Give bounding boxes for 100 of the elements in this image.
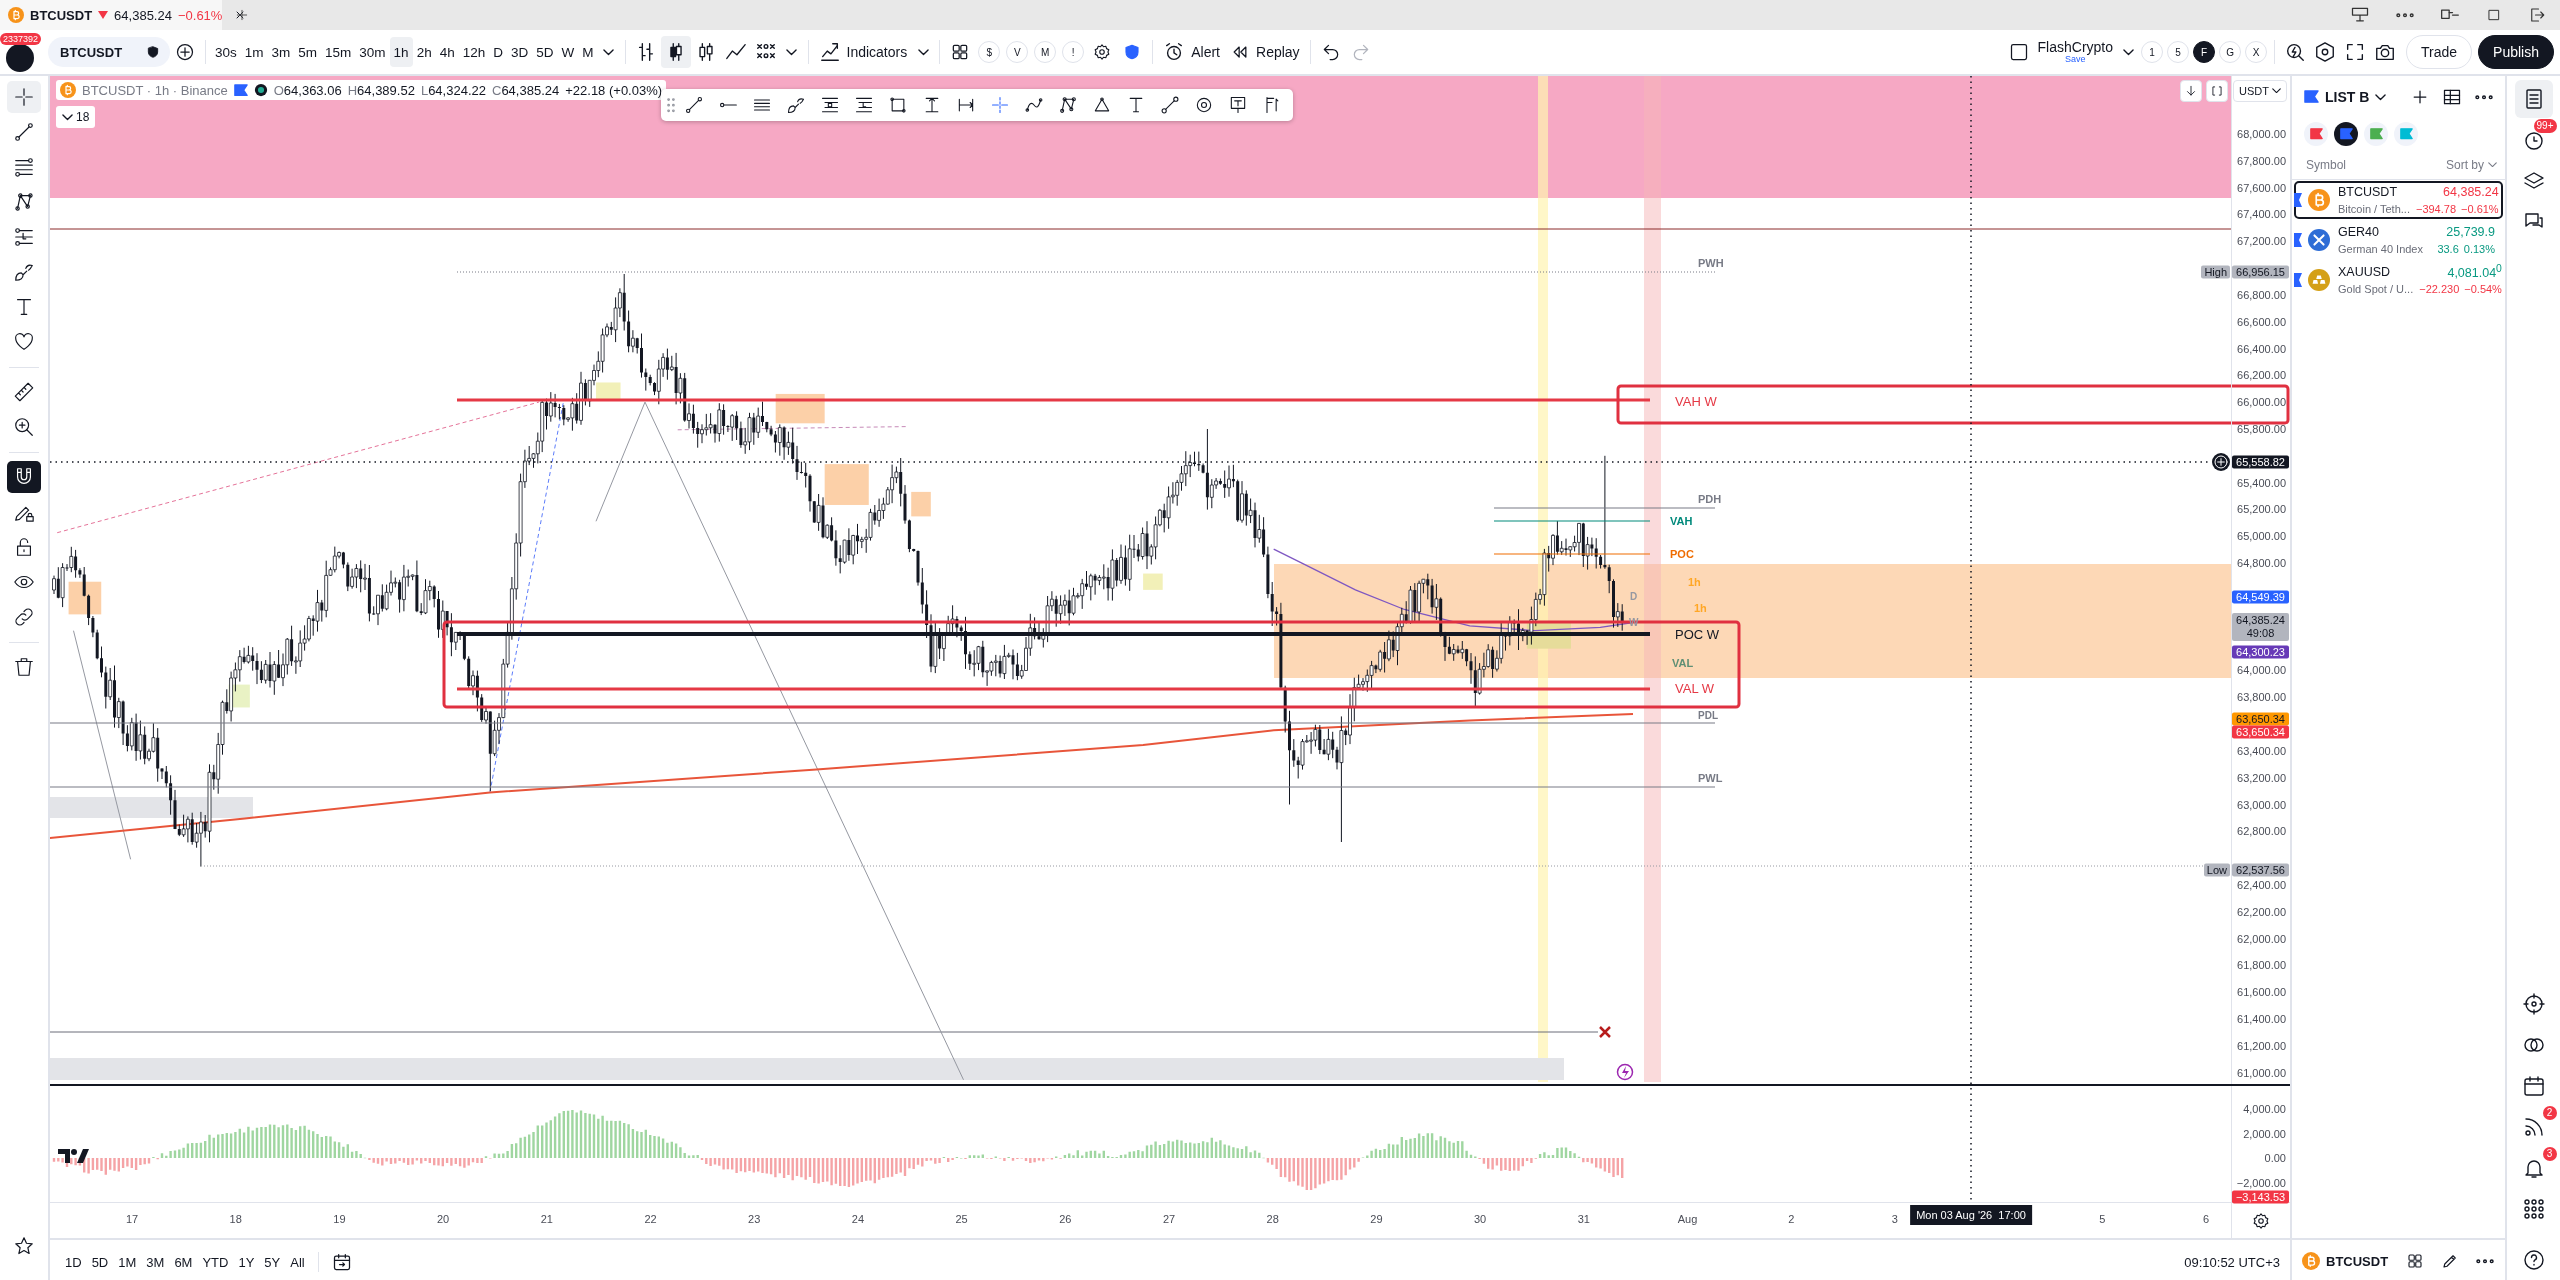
time-label: 6 (2202, 1212, 2210, 1226)
star-icon (13, 1235, 35, 1257)
symbol-title: BTCUSDT · 1h · Binance (82, 82, 228, 98)
axis-label: 61,800.00 (2236, 958, 2286, 972)
range-button[interactable]: 1Y (233, 1248, 260, 1276)
range-button[interactable]: 3M (141, 1248, 170, 1276)
clock: 09:10:52 UTC+3 (2184, 1254, 2280, 1270)
layout-slot[interactable]: F (2193, 41, 2215, 63)
axis-label: 66,800.00 (2236, 288, 2286, 302)
range-button[interactable]: YTD (197, 1248, 234, 1276)
exit-button[interactable] (2528, 6, 2546, 24)
side-panel-button[interactable] (2514, 80, 2553, 118)
more-button[interactable] (2396, 12, 2414, 18)
time-label: 23 (748, 1212, 761, 1226)
symbol-search[interactable]: BTCUSDT (48, 37, 170, 67)
maximize-button[interactable] (2486, 7, 2502, 23)
price-value: 65,558.82 (2236, 455, 2285, 468)
apps-icon (2521, 1197, 2546, 1221)
axis-label: 66,000.00 (2236, 395, 2286, 409)
curve-icon (1024, 95, 1044, 115)
indicators-toggle[interactable]: 18 (56, 106, 96, 128)
interval-button[interactable]: 4h (435, 37, 459, 67)
level-label: W (1629, 616, 1639, 628)
price: 4,081.04$^{0}$ (2446, 262, 2502, 281)
time-label: 21 (540, 1212, 553, 1226)
ingot-icon (2308, 269, 2330, 291)
layout-button[interactable]: FlashCrypto Save (2033, 39, 2117, 65)
axis-label: 61,000.00 (2236, 1066, 2286, 1080)
interval-button[interactable]: 3m (267, 37, 295, 67)
avatar (6, 44, 34, 72)
ohlc-value: O64,363.06 (273, 82, 342, 98)
axis-label: 63,000.00 (2236, 798, 2286, 811)
link-icon (13, 606, 35, 628)
range-button[interactable]: 1M (113, 1248, 142, 1276)
caret-icon (62, 113, 73, 121)
replay-button[interactable]: Replay (1225, 36, 1305, 68)
range-button[interactable]: 6M (169, 1248, 198, 1276)
drawing-tool-button[interactable] (7, 461, 41, 493)
indicators-button[interactable]: Indicators (813, 36, 913, 68)
ruler-icon (13, 381, 35, 403)
interval-button[interactable]: W (557, 37, 579, 67)
fib-lines-icon (13, 156, 35, 178)
interval-button[interactable]: 15m (321, 37, 356, 67)
list-selector[interactable]: LIST B (2300, 82, 2391, 112)
flag-filter-button[interactable] (2334, 122, 2358, 146)
level-label: VAH W (1675, 394, 1717, 410)
axis-label: 65,400.00 (2236, 476, 2286, 490)
coin-icon (2308, 189, 2330, 211)
search-icon (2284, 41, 2306, 63)
logo-icon (58, 1149, 89, 1163)
range-button[interactable]: 5D (86, 1248, 114, 1276)
range-button[interactable]: All (285, 1248, 310, 1276)
scroll-button[interactable] (2180, 80, 2202, 102)
watchlist-row[interactable]: XAUUSD 4,081.04$^{0}$ Gold Spot / U... −22.230 −0.54% (2294, 261, 2503, 299)
reset-button[interactable] (2206, 80, 2228, 102)
settings-icon (2314, 41, 2336, 63)
price-value: 63,650.34 (2236, 725, 2285, 738)
interval-button[interactable]: 30s (211, 37, 241, 67)
range-button[interactable]: 1D (60, 1248, 87, 1276)
position-icon (13, 226, 35, 248)
price-tag: High (2201, 265, 2230, 279)
axis-label: 62,800.00 (2236, 824, 2286, 838)
alert-button[interactable]: Alert (1158, 36, 1225, 68)
brush-icon (786, 95, 806, 115)
edit-icon (2440, 1252, 2459, 1270)
interval-button[interactable]: 5m (294, 37, 322, 67)
chart-type-button[interactable] (660, 36, 691, 68)
currency-dropdown[interactable]: USDT (2233, 80, 2287, 102)
time-label: 24 (851, 1212, 864, 1226)
interval-button[interactable]: 30m (355, 37, 390, 67)
shield-icon (1123, 43, 1142, 61)
time-label: 29 (1370, 1212, 1383, 1226)
interval-button[interactable]: 5D (532, 37, 558, 67)
interval-button[interactable]: D (489, 37, 507, 67)
grid-icon (2405, 1252, 2424, 1270)
chart-line-icon (818, 41, 841, 63)
interval-button[interactable]: 1m (240, 37, 268, 67)
symbol: XAUUSD (2338, 264, 2392, 279)
watchlist-row[interactable]: GER40 25,739.9 German 40 Index 33.6 0.13% (2294, 221, 2503, 259)
add-alert-button[interactable] (2212, 453, 2230, 471)
axis-label: 61,600.00 (2236, 985, 2286, 999)
maximize-icon (2486, 7, 2502, 23)
interval-button[interactable]: 3D (507, 37, 533, 67)
change-percent: 0.13% (2463, 242, 2495, 255)
axis-label: 61,400.00 (2236, 1012, 2286, 1026)
axis-label: 63,400.00 (2236, 744, 2286, 758)
interval-button[interactable]: 2h (412, 37, 436, 67)
watchlist-row[interactable]: BTCUSDT 64,385.24 Bitcoin / Teth... −394.78 −0.61% (2294, 181, 2503, 219)
sort-button[interactable]: Sort by (2446, 157, 2497, 172)
more-icon (2475, 94, 2493, 100)
publish-button[interactable]: Publish (2478, 35, 2554, 69)
flag-marker-icon (2294, 273, 2302, 287)
trash-icon (13, 656, 35, 678)
interval-button[interactable]: 1h (389, 37, 413, 67)
interval-button[interactable]: 12h (458, 37, 490, 67)
interval-button[interactable]: M (578, 37, 598, 67)
time-label: 22 (644, 1212, 657, 1226)
count-badge: 2 (2542, 1106, 2557, 1120)
range-button[interactable]: 5Y (259, 1248, 286, 1276)
axis-label: −2,000.00 (2235, 1176, 2286, 1189)
